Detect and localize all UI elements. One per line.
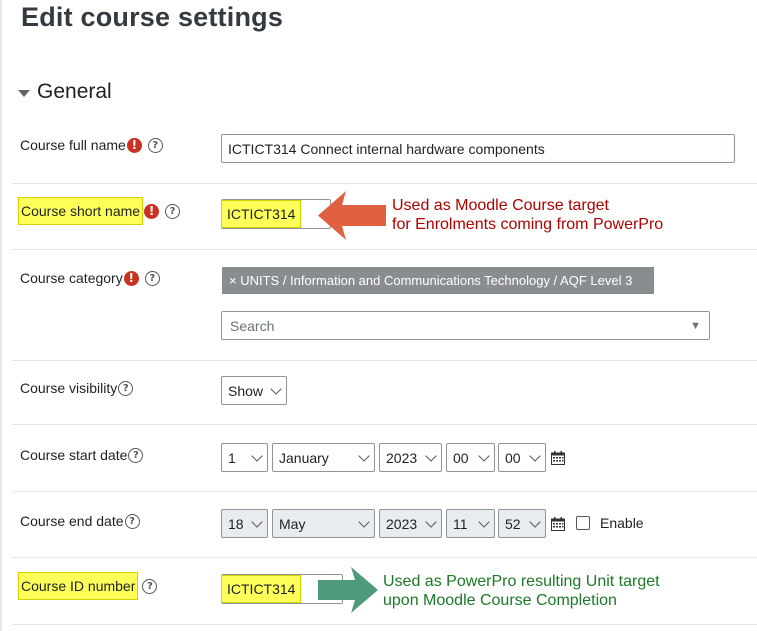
row-divider <box>12 360 757 361</box>
caret-down-icon <box>18 89 30 97</box>
page-title: Edit course settings <box>21 2 284 32</box>
end-hour-select[interactable]: 11 <box>446 509 495 538</box>
chevron-down-icon <box>529 449 541 462</box>
page-left-border <box>0 0 2 631</box>
arrow-left-icon <box>318 191 386 240</box>
dropdown-caret-icon[interactable]: ▼ <box>690 320 701 332</box>
chevron-down-icon <box>270 382 282 395</box>
chevron-down-icon <box>251 449 263 462</box>
end-hour-value: 11 <box>453 515 468 532</box>
general-section-toggle[interactable]: General <box>18 80 112 104</box>
row-divider <box>12 624 757 625</box>
id-number-annotation: Used as PowerPro resulting Unit target u… <box>383 572 660 610</box>
start-hour-select[interactable]: 00 <box>446 443 495 472</box>
end-day-value: 18 <box>228 515 244 532</box>
full-name-input[interactable]: ICTICT314 Connect internal hardware comp… <box>221 134 735 163</box>
enable-label: Enable <box>600 515 644 531</box>
full-name-label-row: Course full name ! ? <box>20 137 163 153</box>
visibility-value: Show <box>228 382 264 399</box>
row-divider <box>12 491 757 492</box>
chevron-down-icon <box>425 449 437 462</box>
search-placeholder: Search <box>230 317 275 334</box>
row-divider <box>12 424 757 425</box>
help-icon[interactable]: ? <box>124 513 140 529</box>
end-year-value: 2023 <box>386 515 418 532</box>
chevron-down-icon <box>478 515 490 528</box>
chevron-down-icon <box>358 515 370 528</box>
category-label-row: Course category ! ? <box>20 270 160 286</box>
row-divider <box>12 183 757 184</box>
help-icon[interactable]: ? <box>165 203 181 219</box>
id-number-value: ICTICT314 <box>221 575 302 603</box>
calendar-icon[interactable] <box>551 451 565 465</box>
annotation-line: Used as Moodle Course target <box>392 197 609 214</box>
start-year-value: 2023 <box>386 449 418 466</box>
chevron-down-icon <box>425 515 437 528</box>
start-month-value: January <box>279 449 329 466</box>
start-year-select[interactable]: 2023 <box>379 443 442 472</box>
full-name-value: ICTICT314 Connect internal hardware comp… <box>228 140 545 157</box>
start-day-select[interactable]: 1 <box>221 443 268 472</box>
annotation-line: upon Moodle Course Completion <box>383 592 617 609</box>
start-month-select[interactable]: January <box>272 443 375 472</box>
row-divider <box>12 249 757 250</box>
end-month-select[interactable]: May <box>272 509 375 538</box>
end-day-select[interactable]: 18 <box>221 509 268 538</box>
chevron-down-icon <box>251 515 263 528</box>
end-minute-value: 52 <box>505 515 521 532</box>
help-icon[interactable]: ? <box>144 270 160 286</box>
start-date-label-row: Course start date ? <box>20 447 144 463</box>
required-icon: ! <box>144 203 160 219</box>
end-date-enable-checkbox[interactable] <box>576 516 590 530</box>
full-name-label: Course full name <box>20 137 126 153</box>
help-icon[interactable]: ? <box>147 137 163 153</box>
category-chip[interactable]: × UNITS / Information and Communications… <box>222 267 654 294</box>
section-title: General <box>37 80 112 103</box>
end-month-value: May <box>279 515 306 532</box>
short-name-label: Course short name <box>18 197 144 225</box>
chevron-down-icon <box>478 449 490 462</box>
category-label: Course category <box>20 270 123 286</box>
start-minute-value: 00 <box>505 449 521 466</box>
short-name-input[interactable]: ICTICT314 <box>221 199 331 229</box>
short-name-value: ICTICT314 <box>221 200 302 228</box>
annotation-line: for Enrolments coming from PowerPro <box>392 216 664 233</box>
category-search-input[interactable]: Search ▼ <box>221 311 710 340</box>
start-date-label: Course start date <box>20 447 128 463</box>
required-icon: ! <box>123 270 139 286</box>
row-divider <box>12 557 757 558</box>
id-number-label: Course ID number <box>18 572 139 600</box>
chevron-down-icon <box>529 515 541 528</box>
help-icon[interactable]: ? <box>128 447 144 463</box>
short-name-label-row: Course short name ! ? <box>18 197 181 225</box>
visibility-label-row: Course visibility ? <box>20 380 134 396</box>
arrow-right-icon <box>318 567 378 613</box>
id-number-label-row: Course ID number ? <box>18 572 158 600</box>
start-hour-value: 00 <box>453 449 469 466</box>
calendar-icon[interactable] <box>551 517 565 531</box>
chevron-down-icon <box>358 449 370 462</box>
end-year-select[interactable]: 2023 <box>379 509 442 538</box>
category-chip-label: × UNITS / Information and Communications… <box>229 273 633 288</box>
end-date-label-row: Course end date ? <box>20 513 140 529</box>
help-icon[interactable]: ? <box>118 380 134 396</box>
start-day-value: 1 <box>228 449 236 466</box>
end-date-label: Course end date <box>20 513 124 529</box>
end-minute-select[interactable]: 52 <box>498 509 546 538</box>
required-icon: ! <box>126 137 142 153</box>
short-name-annotation: Used as Moodle Course target for Enrolme… <box>392 196 663 234</box>
visibility-label: Course visibility <box>20 380 118 396</box>
visibility-select[interactable]: Show <box>221 376 287 405</box>
annotation-line: Used as PowerPro resulting Unit target <box>383 573 660 590</box>
help-icon[interactable]: ? <box>142 578 158 594</box>
start-minute-select[interactable]: 00 <box>498 443 546 472</box>
